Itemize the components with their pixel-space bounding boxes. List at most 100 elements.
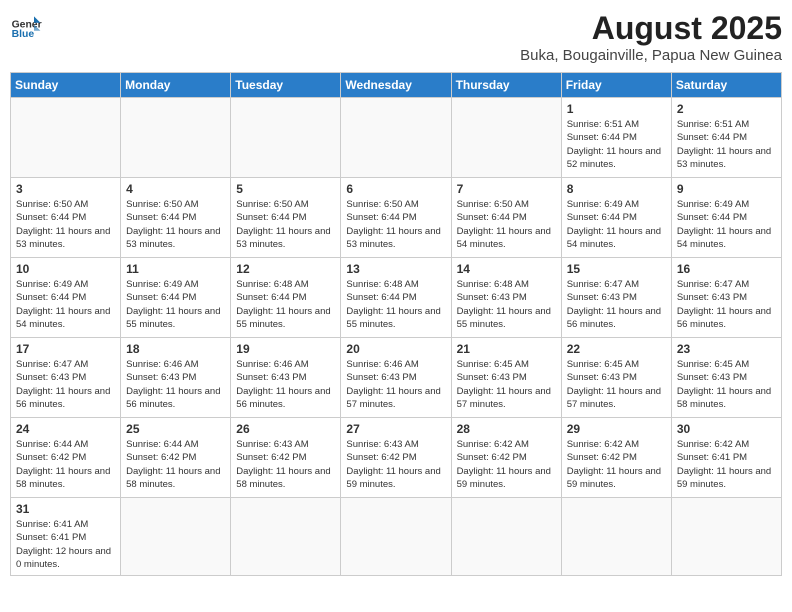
calendar-cell [451, 98, 561, 178]
location-subtitle: Buka, Bougainville, Papua New Guinea [520, 47, 782, 64]
calendar-cell [561, 498, 671, 576]
calendar-cell: 18 Sunrise: 6:46 AMSunset: 6:43 PMDayligh… [121, 338, 231, 418]
day-number: 18 [126, 342, 225, 356]
header-friday: Friday [561, 73, 671, 98]
day-info: Sunrise: 6:49 AMSunset: 6:44 PMDaylight:… [677, 198, 776, 251]
day-number: 27 [346, 422, 445, 436]
day-number: 21 [457, 342, 556, 356]
month-title: August 2025 [520, 10, 782, 47]
calendar-week-row: 24 Sunrise: 6:44 AMSunset: 6:42 PMDayligh… [11, 418, 782, 498]
calendar-cell: 8Sunrise: 6:49 AMSunset: 6:44 PMDaylight… [561, 178, 671, 258]
day-number: 28 [457, 422, 556, 436]
calendar-cell: 27 Sunrise: 6:43 AMSunset: 6:42 PMDayligh… [341, 418, 451, 498]
day-number: 19 [236, 342, 335, 356]
day-info: Sunrise: 6:45 AMSunset: 6:43 PMDaylight:… [567, 358, 666, 411]
calendar-cell [121, 98, 231, 178]
header-monday: Monday [121, 73, 231, 98]
logo-icon: General Blue [10, 10, 42, 42]
svg-text:Blue: Blue [12, 29, 35, 40]
calendar-cell: 15 Sunrise: 6:47 AMSunset: 6:43 PMDayligh… [561, 258, 671, 338]
day-info: Sunrise: 6:48 AMSunset: 6:44 PMDaylight:… [236, 278, 335, 331]
day-number: 16 [677, 262, 776, 276]
calendar-table: Sunday Monday Tuesday Wednesday Thursday… [10, 72, 782, 576]
calendar-cell: 31Sunrise: 6:41 AMSunset: 6:41 PMDayligh… [11, 498, 121, 576]
day-number: 14 [457, 262, 556, 276]
day-number: 24 [16, 422, 115, 436]
calendar-cell: 24 Sunrise: 6:44 AMSunset: 6:42 PMDayligh… [11, 418, 121, 498]
day-info: Sunrise: 6:51 AMSunset: 6:44 PMDaylight:… [567, 118, 666, 171]
day-number: 25 [126, 422, 225, 436]
calendar-cell: 13Sunrise: 6:48 AMSunset: 6:44 PMDayligh… [341, 258, 451, 338]
calendar-cell [341, 98, 451, 178]
day-info: Sunrise: 6:51 AMSunset: 6:44 PMDaylight:… [677, 118, 776, 171]
calendar-cell: 23 Sunrise: 6:45 AMSunset: 6:43 PMDayligh… [671, 338, 781, 418]
calendar-week-row: 10Sunrise: 6:49 AMSunset: 6:44 PMDayligh… [11, 258, 782, 338]
calendar-week-row: 17Sunrise: 6:47 AMSunset: 6:43 PMDayligh… [11, 338, 782, 418]
day-info: Sunrise: 6:50 AMSunset: 6:44 PMDaylight:… [346, 198, 445, 251]
day-number: 12 [236, 262, 335, 276]
day-number: 3 [16, 182, 115, 196]
day-info: Sunrise: 6:50 AMSunset: 6:44 PMDaylight:… [126, 198, 225, 251]
day-info: Sunrise: 6:42 AMSunset: 6:41 PMDaylight:… [677, 438, 776, 491]
day-number: 15 [567, 262, 666, 276]
day-number: 8 [567, 182, 666, 196]
logo: General Blue [10, 10, 42, 42]
calendar-cell: 2 Sunrise: 6:51 AMSunset: 6:44 PMDaylight… [671, 98, 781, 178]
day-number: 22 [567, 342, 666, 356]
calendar-cell: 7Sunrise: 6:50 AMSunset: 6:44 PMDaylight… [451, 178, 561, 258]
day-number: 9 [677, 182, 776, 196]
day-number: 5 [236, 182, 335, 196]
calendar-week-row: 31Sunrise: 6:41 AMSunset: 6:41 PMDayligh… [11, 498, 782, 576]
header-wednesday: Wednesday [341, 73, 451, 98]
day-info: Sunrise: 6:46 AMSunset: 6:43 PMDaylight:… [346, 358, 445, 411]
day-info: Sunrise: 6:44 AMSunset: 6:42 PMDaylight:… [126, 438, 225, 491]
day-info: Sunrise: 6:48 AMSunset: 6:43 PMDaylight:… [457, 278, 556, 331]
calendar-cell [121, 498, 231, 576]
day-number: 13 [346, 262, 445, 276]
weekday-header-row: Sunday Monday Tuesday Wednesday Thursday… [11, 73, 782, 98]
day-number: 23 [677, 342, 776, 356]
header-tuesday: Tuesday [231, 73, 341, 98]
day-info: Sunrise: 6:44 AMSunset: 6:42 PMDaylight:… [16, 438, 115, 491]
calendar-week-row: 1 Sunrise: 6:51 AMSunset: 6:44 PMDaylight… [11, 98, 782, 178]
calendar-cell: 25 Sunrise: 6:44 AMSunset: 6:42 PMDayligh… [121, 418, 231, 498]
calendar-cell: 10Sunrise: 6:49 AMSunset: 6:44 PMDayligh… [11, 258, 121, 338]
day-number: 6 [346, 182, 445, 196]
day-info: Sunrise: 6:42 AMSunset: 6:42 PMDaylight:… [567, 438, 666, 491]
day-number: 11 [126, 262, 225, 276]
day-info: Sunrise: 6:50 AMSunset: 6:44 PMDaylight:… [16, 198, 115, 251]
day-number: 1 [567, 102, 666, 116]
day-info: Sunrise: 6:46 AMSunset: 6:43 PMDaylight:… [126, 358, 225, 411]
day-info: Sunrise: 6:43 AMSunset: 6:42 PMDaylight:… [346, 438, 445, 491]
header-sunday: Sunday [11, 73, 121, 98]
day-info: Sunrise: 6:49 AMSunset: 6:44 PMDaylight:… [16, 278, 115, 331]
day-info: Sunrise: 6:49 AMSunset: 6:44 PMDaylight:… [126, 278, 225, 331]
calendar-cell: 19 Sunrise: 6:46 AMSunset: 6:43 PMDayligh… [231, 338, 341, 418]
day-number: 31 [16, 502, 115, 516]
day-number: 2 [677, 102, 776, 116]
calendar-cell: 9 Sunrise: 6:49 AMSunset: 6:44 PMDaylight… [671, 178, 781, 258]
calendar-cell: 3 Sunrise: 6:50 AMSunset: 6:44 PMDaylight… [11, 178, 121, 258]
day-info: Sunrise: 6:50 AMSunset: 6:44 PMDaylight:… [457, 198, 556, 251]
day-info: Sunrise: 6:45 AMSunset: 6:43 PMDaylight:… [677, 358, 776, 411]
calendar-cell [231, 98, 341, 178]
day-info: Sunrise: 6:50 AMSunset: 6:44 PMDaylight:… [236, 198, 335, 251]
calendar-cell: 28Sunrise: 6:42 AMSunset: 6:42 PMDayligh… [451, 418, 561, 498]
calendar-week-row: 3 Sunrise: 6:50 AMSunset: 6:44 PMDaylight… [11, 178, 782, 258]
calendar-cell: 12 Sunrise: 6:48 AMSunset: 6:44 PMDayligh… [231, 258, 341, 338]
calendar-cell [231, 498, 341, 576]
calendar-cell: 17Sunrise: 6:47 AMSunset: 6:43 PMDayligh… [11, 338, 121, 418]
calendar-cell: 6 Sunrise: 6:50 AMSunset: 6:44 PMDaylight… [341, 178, 451, 258]
day-info: Sunrise: 6:46 AMSunset: 6:43 PMDaylight:… [236, 358, 335, 411]
day-info: Sunrise: 6:45 AMSunset: 6:43 PMDaylight:… [457, 358, 556, 411]
calendar-cell: 16 Sunrise: 6:47 AMSunset: 6:43 PMDayligh… [671, 258, 781, 338]
header-thursday: Thursday [451, 73, 561, 98]
calendar-cell: 30 Sunrise: 6:42 AMSunset: 6:41 PMDayligh… [671, 418, 781, 498]
calendar-cell: 1 Sunrise: 6:51 AMSunset: 6:44 PMDaylight… [561, 98, 671, 178]
day-number: 30 [677, 422, 776, 436]
day-info: Sunrise: 6:47 AMSunset: 6:43 PMDaylight:… [677, 278, 776, 331]
day-info: Sunrise: 6:43 AMSunset: 6:42 PMDaylight:… [236, 438, 335, 491]
calendar-cell: 11 Sunrise: 6:49 AMSunset: 6:44 PMDayligh… [121, 258, 231, 338]
day-info: Sunrise: 6:47 AMSunset: 6:43 PMDaylight:… [567, 278, 666, 331]
calendar-cell: 22 Sunrise: 6:45 AMSunset: 6:43 PMDayligh… [561, 338, 671, 418]
